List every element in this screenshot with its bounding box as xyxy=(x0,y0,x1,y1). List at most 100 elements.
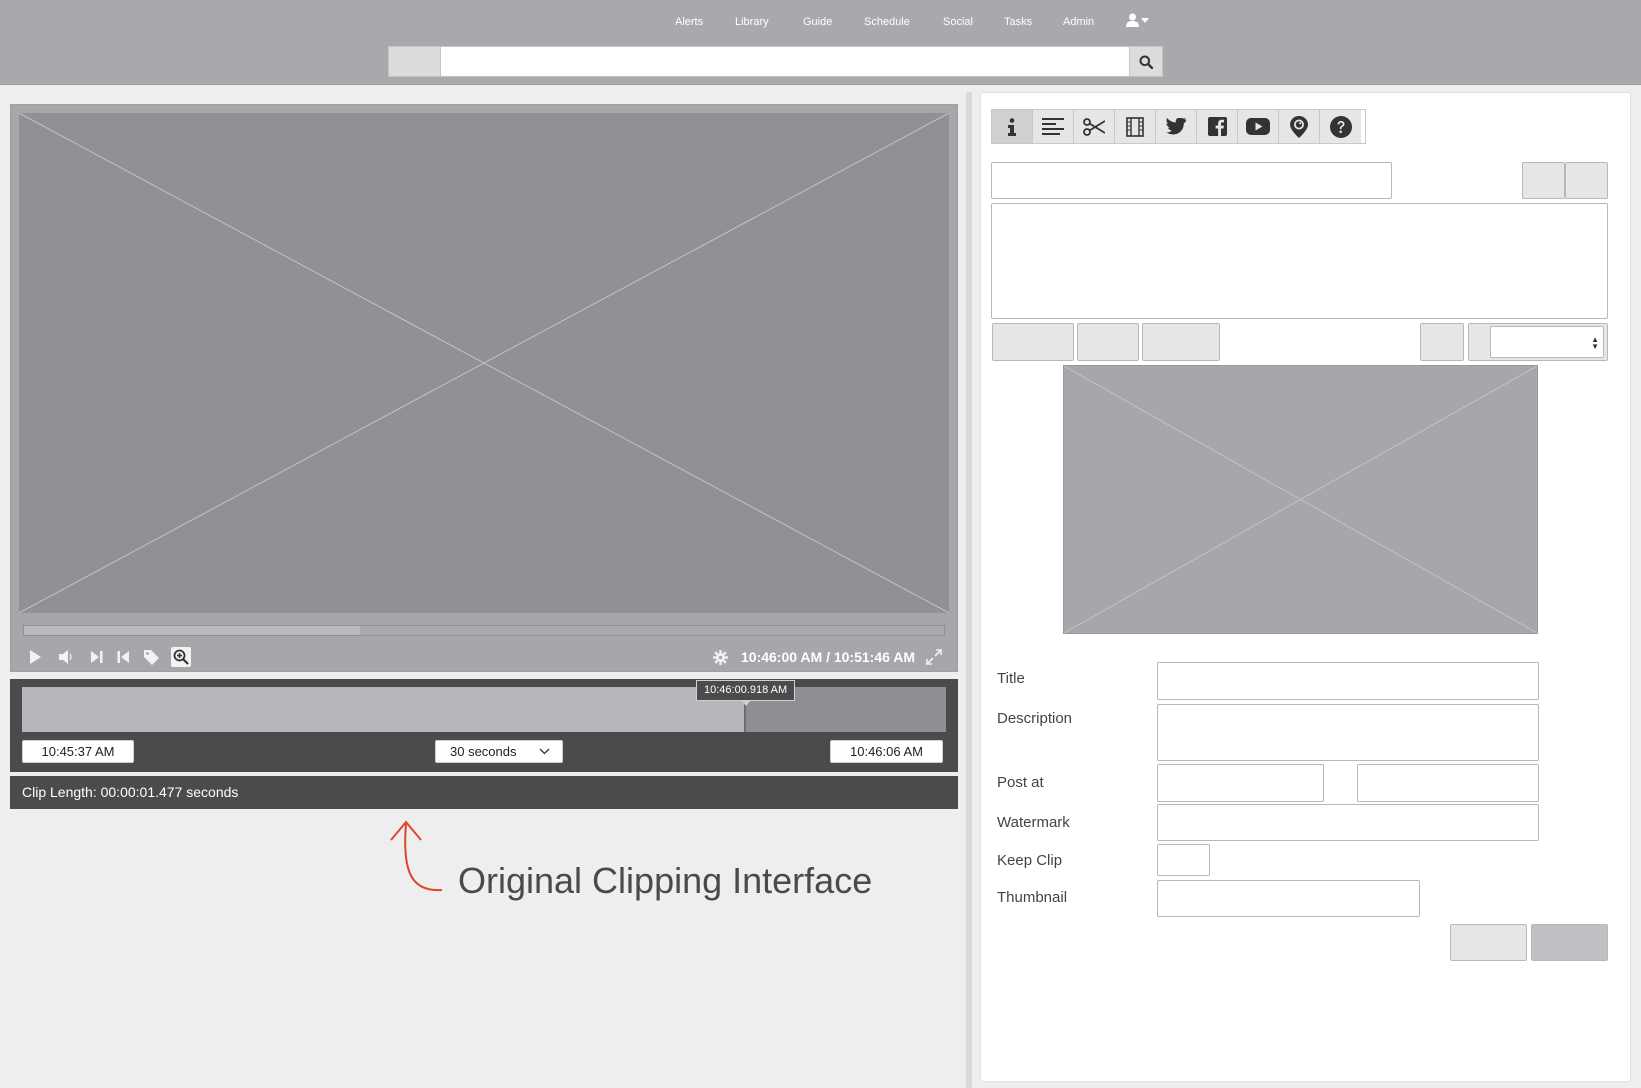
clip-marker-tooltip: 10:46:00.918 AM xyxy=(696,680,796,706)
search-icon xyxy=(1139,55,1153,69)
details-panel: ▲ ▼ Title Description Post at Watermark K… xyxy=(980,92,1631,1082)
annotation-text: Original Clipping Interface xyxy=(458,860,873,901)
video-placeholder xyxy=(19,113,949,613)
twitter-icon xyxy=(1165,118,1186,135)
tab-periscope[interactable] xyxy=(1279,110,1320,143)
seek-bar-buffered xyxy=(24,626,360,635)
clip-duration-select[interactable]: 30 seconds xyxy=(435,740,563,763)
save-button[interactable] xyxy=(1531,924,1608,961)
thumbnail-preview xyxy=(1063,365,1538,634)
chevron-down-icon xyxy=(539,748,550,755)
periscope-icon xyxy=(1290,115,1308,138)
fullscreen-icon xyxy=(926,649,942,665)
player-controls: 10:46:00 AM / 10:51:46 AM xyxy=(11,643,957,671)
clip-range-track[interactable]: 10:46:00.918 AM xyxy=(22,680,946,732)
panel-divider[interactable] xyxy=(966,92,972,1088)
zoom-button[interactable] xyxy=(171,647,191,667)
description-label: Description xyxy=(997,710,1073,727)
clipping-interface: 10:46:00.918 AM 10:45:37 AM 30 seconds 1… xyxy=(10,679,958,772)
thumbnail-label: Thumbnail xyxy=(997,889,1068,906)
annotation-arrow-icon xyxy=(390,820,443,892)
top-navbar: Alerts Library Guide Schedule Social Tas… xyxy=(0,0,1641,85)
panel-button-d[interactable] xyxy=(1420,323,1464,361)
keep-clip-input[interactable] xyxy=(1157,844,1210,876)
zoom-in-icon xyxy=(173,649,189,665)
clip-start-time[interactable]: 10:45:37 AM xyxy=(22,740,134,763)
nav-alerts[interactable]: Alerts xyxy=(675,16,703,28)
nav-tasks[interactable]: Tasks xyxy=(1004,16,1032,28)
nav-admin[interactable]: Admin xyxy=(1063,16,1094,28)
watermark-input[interactable] xyxy=(1157,804,1539,841)
tab-film[interactable] xyxy=(1115,110,1156,143)
tab-info[interactable] xyxy=(992,110,1033,143)
panel-select[interactable]: ▲ ▼ xyxy=(1490,326,1604,358)
nav-social[interactable]: Social xyxy=(943,16,973,28)
fullscreen-button[interactable] xyxy=(924,647,944,667)
skip-previous-icon xyxy=(117,651,129,663)
help-icon xyxy=(1329,115,1352,138)
updown-arrows-icon: ▲ ▼ xyxy=(1591,335,1599,351)
nav-library[interactable]: Library xyxy=(735,16,769,28)
play-icon xyxy=(30,650,41,664)
search-bar xyxy=(388,46,1163,77)
panel-action-button-2[interactable] xyxy=(1565,162,1608,199)
align-left-icon xyxy=(1042,117,1064,135)
search-scope-button[interactable] xyxy=(388,46,441,77)
video-area[interactable] xyxy=(19,113,949,613)
cancel-button[interactable] xyxy=(1450,924,1527,961)
clip-notes-textarea[interactable] xyxy=(991,203,1608,319)
tag-button[interactable] xyxy=(141,647,161,667)
skip-next-icon xyxy=(91,651,103,663)
panel-action-button-1[interactable] xyxy=(1522,162,1565,199)
title-label: Title xyxy=(997,670,1025,687)
play-button[interactable] xyxy=(25,647,45,667)
tab-facebook[interactable] xyxy=(1197,110,1238,143)
post-at-time-input[interactable] xyxy=(1357,764,1539,802)
panel-button-c[interactable] xyxy=(1142,323,1220,361)
nav-guide[interactable]: Guide xyxy=(803,16,832,28)
clip-duration-value: 30 seconds xyxy=(450,744,517,759)
search-input[interactable] xyxy=(441,46,1129,77)
clip-length-label: Clip Length: 00:00:01.477 seconds xyxy=(10,776,958,809)
panel-button-b[interactable] xyxy=(1077,323,1139,361)
clip-end-time[interactable]: 10:46:06 AM xyxy=(830,740,943,763)
seek-bar[interactable] xyxy=(23,625,945,636)
player-timecode: 10:46:00 AM / 10:51:46 AM xyxy=(741,649,916,665)
tab-twitter[interactable] xyxy=(1156,110,1197,143)
clip-name-input[interactable] xyxy=(991,162,1392,199)
youtube-icon xyxy=(1246,118,1270,135)
watermark-label: Watermark xyxy=(997,814,1070,831)
keep-clip-label: Keep Clip xyxy=(997,852,1063,869)
post-at-date-input[interactable] xyxy=(1157,764,1324,802)
tab-description[interactable] xyxy=(1033,110,1074,143)
settings-icon xyxy=(712,649,728,665)
search-button[interactable] xyxy=(1129,46,1163,77)
tab-youtube[interactable] xyxy=(1238,110,1279,143)
thumbnail-input[interactable] xyxy=(1157,880,1420,917)
panel-tab-toolbar xyxy=(991,109,1366,144)
post-at-label: Post at xyxy=(997,774,1044,791)
volume-button[interactable] xyxy=(57,647,77,667)
image-placeholder xyxy=(1063,365,1538,634)
tab-help[interactable] xyxy=(1320,110,1361,143)
caret-down-icon xyxy=(1141,17,1149,23)
facebook-icon xyxy=(1207,117,1227,136)
volume-icon xyxy=(59,650,72,664)
tab-clip[interactable] xyxy=(1074,110,1115,143)
user-icon xyxy=(1126,13,1139,27)
skip-previous-button[interactable] xyxy=(113,647,133,667)
video-player: 10:46:00 AM / 10:51:46 AM xyxy=(10,104,958,672)
main-nav: Alerts Library Guide Schedule Social Tas… xyxy=(0,16,1641,32)
user-menu[interactable] xyxy=(1126,13,1149,27)
scissors-icon xyxy=(1083,117,1105,136)
title-input[interactable] xyxy=(1157,662,1539,700)
skip-next-button[interactable] xyxy=(87,647,107,667)
nav-schedule[interactable]: Schedule xyxy=(864,16,910,28)
info-icon xyxy=(1008,117,1016,136)
tag-icon xyxy=(143,649,159,665)
settings-button[interactable] xyxy=(710,647,730,667)
panel-select-wrapper: ▲ ▼ xyxy=(1468,323,1608,361)
description-input[interactable] xyxy=(1157,704,1539,761)
clip-selected-range xyxy=(22,687,745,732)
panel-button-a[interactable] xyxy=(992,323,1074,361)
